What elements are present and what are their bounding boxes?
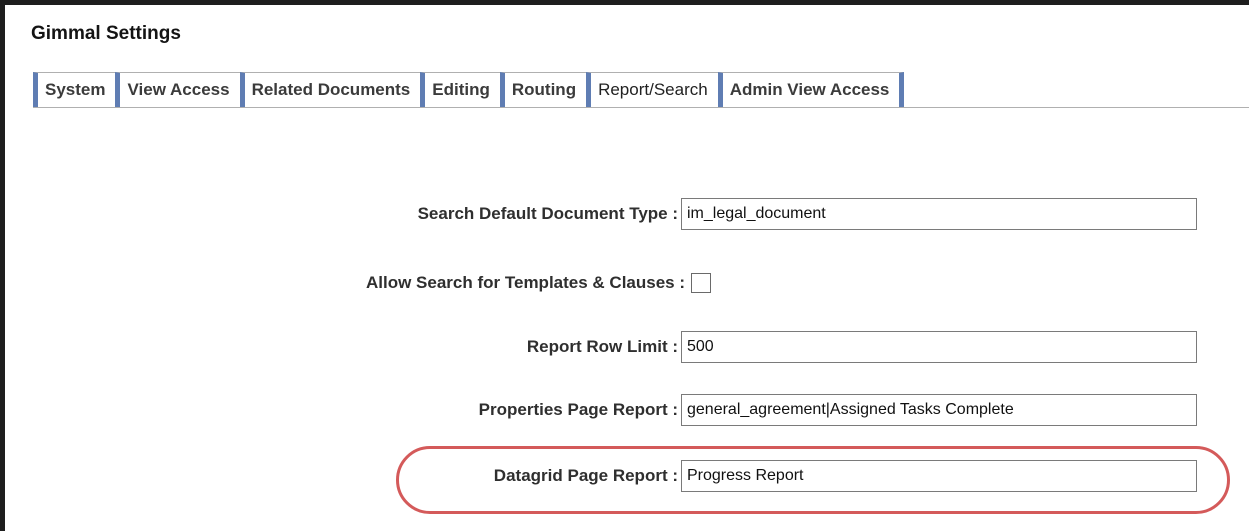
tab-related-documents[interactable]: Related Documents bbox=[239, 72, 421, 108]
tab-editing[interactable]: Editing bbox=[420, 72, 500, 108]
tab-bar: System View Access Related Documents Edi… bbox=[33, 72, 905, 108]
report-row-limit-input[interactable] bbox=[681, 331, 1197, 363]
tab-routing[interactable]: Routing bbox=[499, 72, 587, 108]
row-datagrid-page-report: Datagrid Page Report : bbox=[0, 459, 1249, 493]
row-properties-page-report: Properties Page Report : bbox=[0, 393, 1249, 427]
properties-page-report-input[interactable] bbox=[681, 394, 1197, 426]
tab-panel-divider bbox=[33, 107, 1249, 108]
allow-search-templates-checkbox[interactable] bbox=[691, 273, 711, 293]
tab-report-search[interactable]: Report/Search bbox=[586, 72, 718, 108]
report-row-limit-label: Report Row Limit : bbox=[526, 337, 678, 356]
datagrid-page-report-label: Datagrid Page Report : bbox=[493, 466, 678, 485]
search-default-doc-type-label: Search Default Document Type : bbox=[417, 204, 678, 223]
window-title: Gimmal Settings bbox=[31, 23, 181, 44]
tab-system[interactable]: System bbox=[33, 72, 116, 108]
row-report-row-limit: Report Row Limit : bbox=[0, 330, 1249, 364]
datagrid-page-report-input[interactable] bbox=[681, 460, 1197, 492]
row-search-default-doc-type: Search Default Document Type : bbox=[0, 197, 1249, 231]
search-default-doc-type-input[interactable] bbox=[681, 198, 1197, 230]
properties-page-report-label: Properties Page Report : bbox=[478, 400, 678, 419]
tab-admin-view-access[interactable]: Admin View Access bbox=[717, 72, 905, 108]
row-allow-search-templates: Allow Search for Templates & Clauses : bbox=[0, 266, 1249, 300]
allow-search-templates-label: Allow Search for Templates & Clauses : bbox=[366, 273, 685, 292]
tab-view-access[interactable]: View Access bbox=[115, 72, 240, 108]
